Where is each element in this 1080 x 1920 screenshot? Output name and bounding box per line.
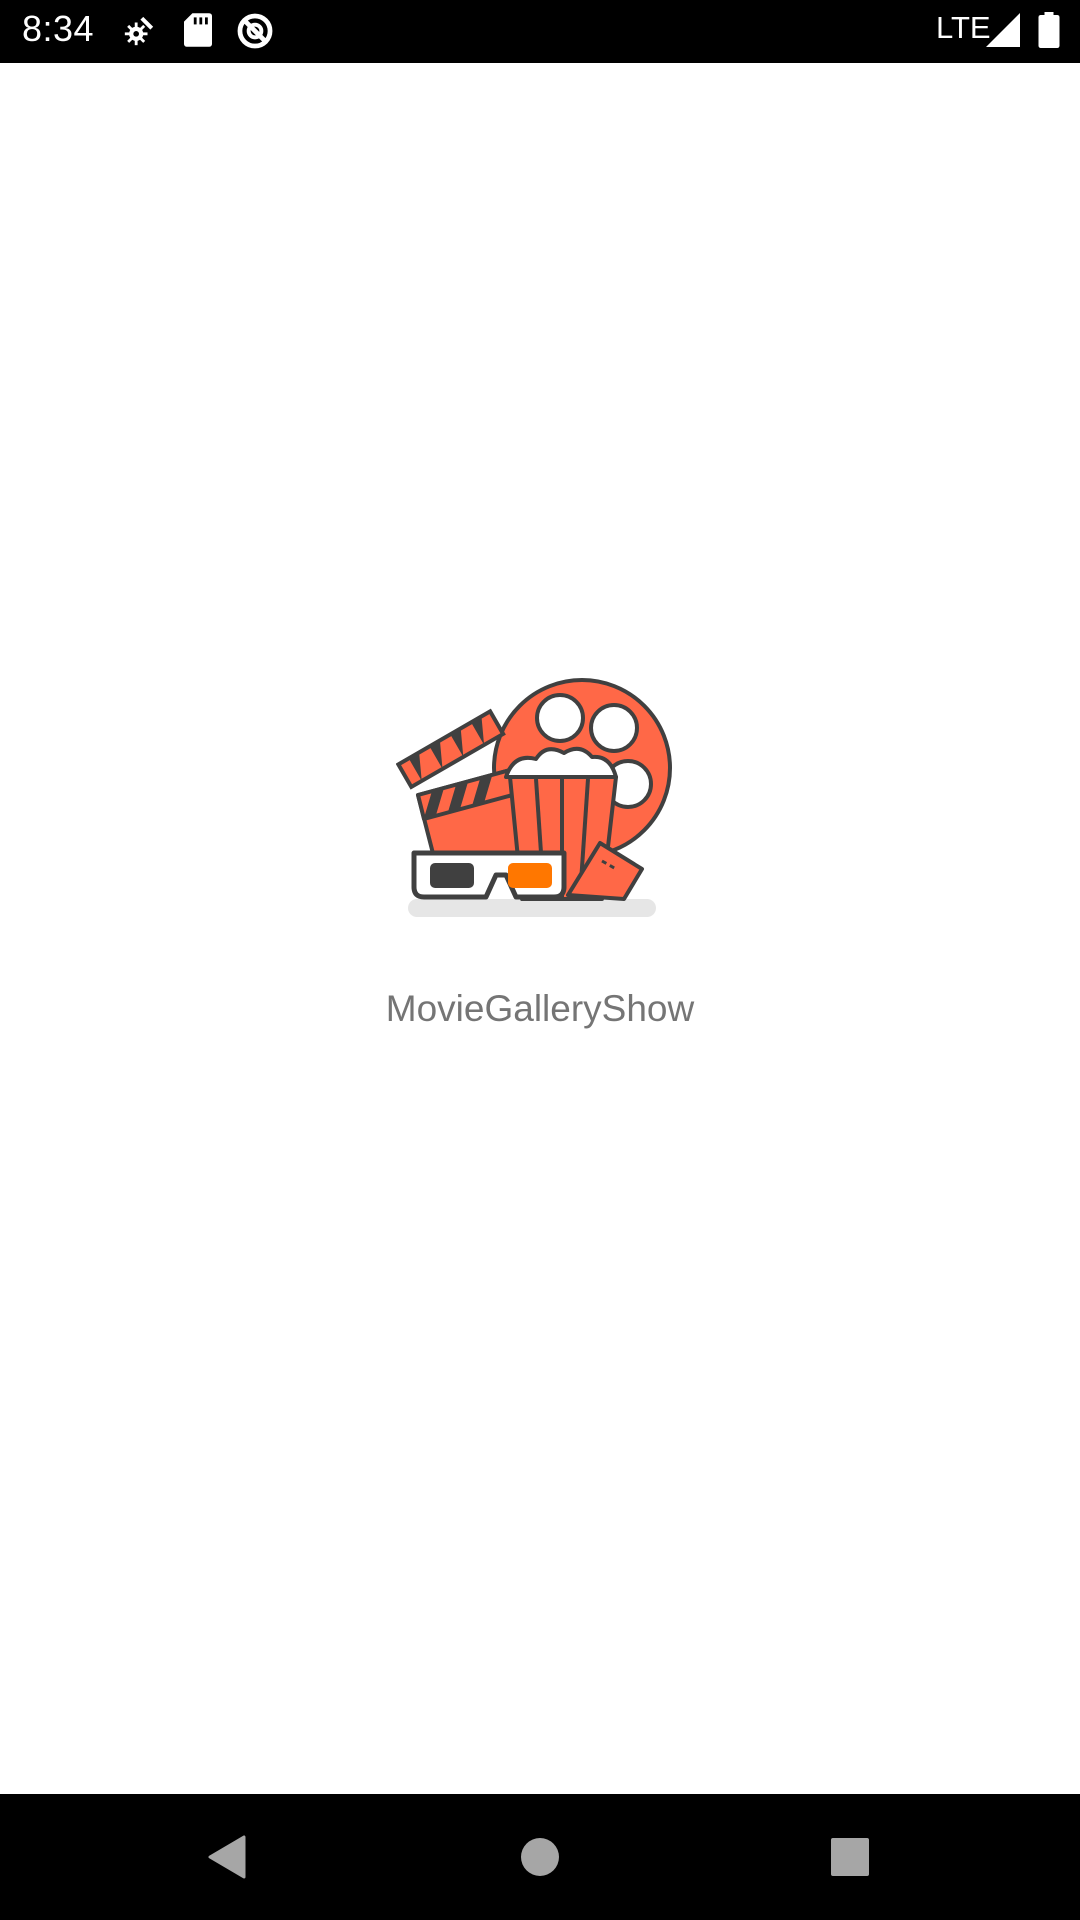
vpn-icon (236, 12, 274, 54)
movie-logo-icon (395, 665, 686, 930)
app-name: MovieGalleryShow (385, 988, 695, 1029)
home-button[interactable] (440, 1794, 640, 1920)
signal-icon (986, 13, 1020, 51)
battery-icon (1038, 12, 1060, 52)
recents-button[interactable] (750, 1794, 950, 1920)
navigation-bar (0, 1794, 1080, 1920)
status-time: 8:34 (22, 8, 95, 49)
back-button[interactable] (126, 1794, 326, 1920)
home-icon (521, 1838, 559, 1876)
splash-screen: 8:34 LTE MovieGalleryShow (0, 0, 1080, 1920)
network-type: LTE (936, 10, 991, 45)
recents-icon (831, 1838, 869, 1876)
sd-card-icon (184, 13, 212, 51)
settings-icon (122, 14, 156, 52)
status-bar: 8:34 LTE (0, 0, 1080, 63)
back-icon (208, 1835, 246, 1879)
